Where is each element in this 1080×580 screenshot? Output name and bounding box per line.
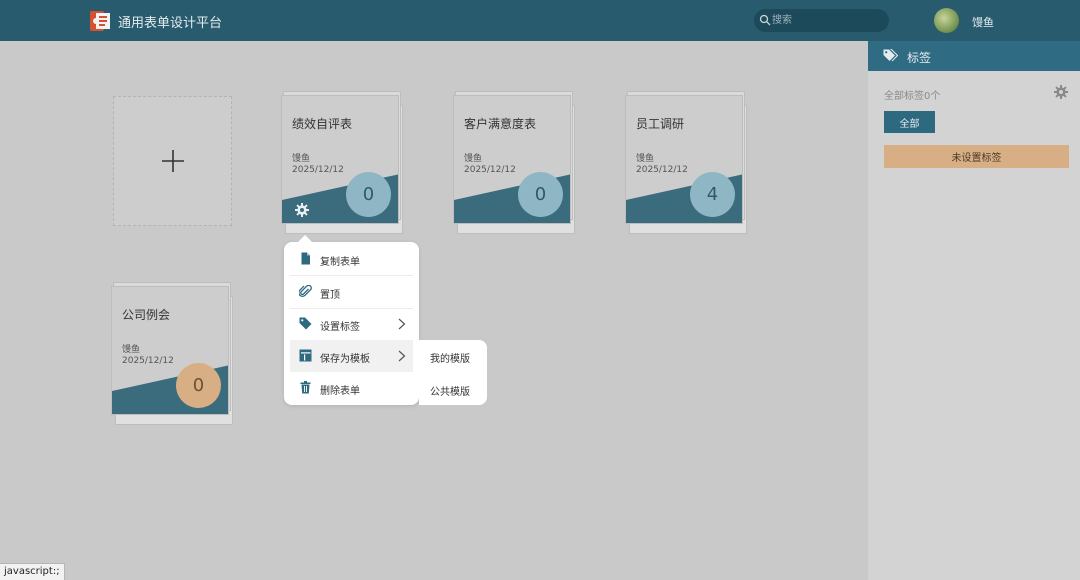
menu-item-label: 置顶: [320, 290, 340, 301]
sidebar-title: 标签: [907, 51, 932, 65]
template-icon: [299, 349, 312, 362]
menu-item-save-as-template[interactable]: 保存为模板: [290, 340, 413, 372]
form-author: 馒鱼: [292, 154, 311, 164]
chevron-right-icon: [398, 318, 406, 330]
avatar[interactable]: [934, 8, 959, 33]
card-face: 员工调研 馒鱼 2025/12/12 4: [625, 95, 743, 224]
app-title: 通用表单设计平台: [118, 16, 223, 31]
form-card[interactable]: 员工调研 馒鱼 2025/12/12 4: [625, 91, 747, 234]
menu-item-copy-form[interactable]: 复制表单: [290, 243, 413, 275]
form-title: 绩效自评表: [292, 117, 353, 131]
response-count-badge: 0: [176, 363, 221, 408]
trash-icon: [300, 381, 311, 394]
chevron-right-icon: [398, 350, 406, 362]
username[interactable]: 馒鱼: [972, 14, 994, 30]
gear-icon[interactable]: [295, 203, 309, 217]
submenu-item-public-template[interactable]: 公共模版: [430, 383, 470, 398]
form-title: 客户满意度表: [464, 117, 537, 131]
card-face: 绩效自评表 馒鱼 2025/12/12 0: [281, 95, 399, 224]
form-author: 馒鱼: [636, 154, 655, 164]
form-date: 2025/12/12: [464, 165, 516, 175]
tag-icon: [299, 317, 312, 330]
form-card[interactable]: 客户满意度表 馒鱼 2025/12/12 0: [453, 91, 575, 234]
menu-item-set-tag[interactable]: 设置标签: [290, 308, 413, 340]
menu-item-pin[interactable]: 置顶: [290, 276, 413, 308]
form-date: 2025/12/12: [122, 356, 174, 366]
menu-item-label: 设置标签: [320, 322, 360, 333]
paperclip-icon: [299, 285, 312, 297]
form-date: 2025/12/12: [292, 165, 344, 175]
tags-icon: [883, 49, 898, 62]
search-input[interactable]: [772, 11, 882, 30]
tag-count-label: 全部标签0个: [884, 91, 941, 102]
untagged-button[interactable]: 未设置标签: [884, 145, 1069, 168]
menu-item-label: 复制表单: [320, 257, 360, 268]
search-box[interactable]: [754, 9, 889, 32]
menu-item-label: 保存为模板: [320, 354, 370, 365]
tag-sidebar: 标签 全部标签0个 全部 未设置标签: [868, 41, 1080, 580]
sidebar-header: 标签: [868, 41, 1080, 71]
document-icon: [301, 252, 310, 265]
all-tags-button[interactable]: 全部: [884, 111, 935, 133]
plus-icon: [162, 150, 184, 172]
response-count-badge: 0: [346, 172, 391, 217]
template-submenu: 我的模版 公共模版: [419, 340, 487, 405]
menu-item-label: 删除表单: [320, 386, 360, 397]
top-bar: 通用表单设计平台 馒鱼: [0, 0, 1080, 41]
form-context-menu: 复制表单 置顶 设置标签 保存为模板 删除表单: [284, 235, 419, 405]
form-card[interactable]: 公司例会 馒鱼 2025/12/12 0: [111, 282, 233, 425]
response-count-badge: 0: [518, 172, 563, 217]
card-face: 公司例会 馒鱼 2025/12/12 0: [111, 286, 229, 415]
form-title: 员工调研: [636, 117, 685, 131]
gear-icon[interactable]: [1054, 85, 1068, 99]
form-author: 馒鱼: [122, 345, 141, 355]
response-count-badge: 4: [690, 172, 735, 217]
form-date: 2025/12/12: [636, 165, 688, 175]
status-bar-url: javascript:;: [0, 563, 65, 580]
card-face: 客户满意度表 馒鱼 2025/12/12 0: [453, 95, 571, 224]
form-title: 公司例会: [122, 308, 171, 322]
menu-item-delete-form[interactable]: 删除表单: [290, 372, 413, 404]
app-logo-icon: [90, 11, 110, 31]
form-author: 馒鱼: [464, 154, 483, 164]
search-icon: [759, 14, 771, 26]
form-card[interactable]: 绩效自评表 馒鱼 2025/12/12 0: [281, 91, 403, 234]
submenu-item-my-template[interactable]: 我的模版: [430, 350, 470, 365]
add-form-card[interactable]: [113, 96, 232, 226]
